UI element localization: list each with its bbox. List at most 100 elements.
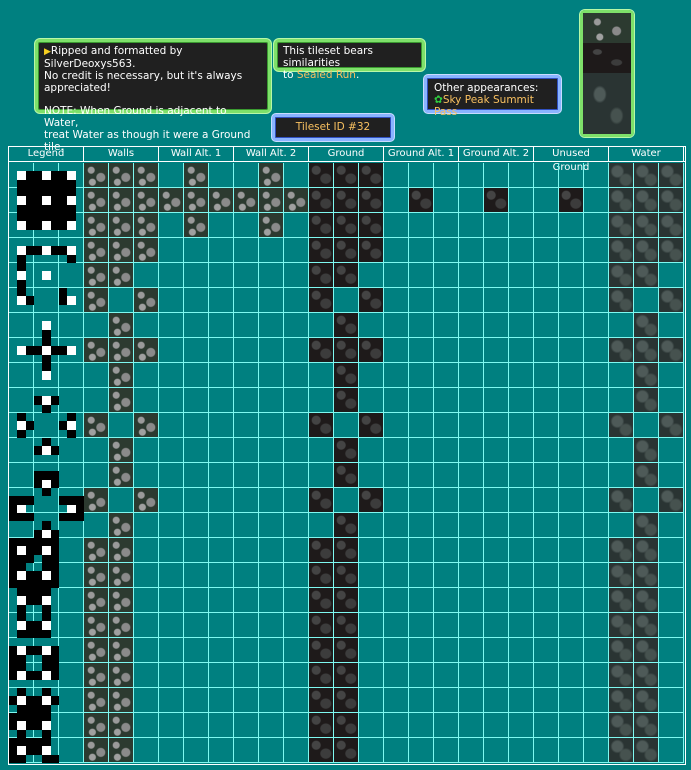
empty-cell <box>84 363 109 388</box>
water-tile <box>609 413 634 438</box>
credits-line: No credit is necessary, but it's always <box>44 70 243 82</box>
legend-cell <box>59 638 84 663</box>
empty-cell <box>284 388 309 413</box>
empty-cell <box>559 463 584 488</box>
empty-cell <box>134 463 159 488</box>
empty-cell <box>259 688 284 713</box>
wall-tile <box>84 738 109 763</box>
empty-cell <box>134 363 159 388</box>
empty-cell <box>334 413 359 438</box>
empty-cell <box>134 638 159 663</box>
empty-cell <box>159 738 184 763</box>
empty-cell <box>284 288 309 313</box>
water-tile <box>634 688 659 713</box>
empty-cell <box>509 563 534 588</box>
empty-cell <box>534 438 559 463</box>
legend-pixel <box>42 488 51 497</box>
legend-pixel <box>50 246 59 255</box>
wall-tile <box>234 188 259 213</box>
legend-pixel <box>9 646 18 655</box>
ground-tile <box>359 163 384 188</box>
legend-pixel <box>17 429 26 438</box>
empty-cell <box>509 313 534 338</box>
tileset-preview <box>580 10 634 137</box>
empty-cell <box>209 313 234 338</box>
legend-pixel <box>50 446 59 455</box>
empty-cell <box>409 413 434 438</box>
empty-cell <box>134 538 159 563</box>
legend-pixel <box>17 179 26 188</box>
water-tile <box>659 338 684 363</box>
water-tile <box>634 313 659 338</box>
sky-peak-summit-pass-link[interactable]: Sky Peak Summit Pass <box>434 94 534 118</box>
legend-pixel <box>50 204 59 213</box>
legend-pixel <box>42 529 51 538</box>
legend-pixel <box>17 596 26 605</box>
empty-cell <box>659 363 684 388</box>
empty-cell <box>434 313 459 338</box>
ground-tile <box>334 738 359 763</box>
empty-cell <box>634 413 659 438</box>
empty-cell <box>134 513 159 538</box>
ground-tile <box>334 238 359 263</box>
legend-pixel <box>59 513 68 522</box>
ground-tile <box>334 638 359 663</box>
legend-cell <box>9 463 34 488</box>
legend-pixel <box>42 338 51 347</box>
empty-cell <box>284 563 309 588</box>
water-tile <box>609 263 634 288</box>
empty-cell <box>234 663 259 688</box>
legend-pixel <box>34 671 43 680</box>
empty-cell <box>209 338 234 363</box>
empty-cell <box>634 488 659 513</box>
legend-pixel <box>25 746 34 755</box>
water-tile <box>659 488 684 513</box>
empty-cell <box>359 463 384 488</box>
empty-cell <box>234 513 259 538</box>
empty-cell <box>459 213 484 238</box>
legend-pixel <box>9 746 18 755</box>
empty-cell <box>134 613 159 638</box>
empty-cell <box>234 313 259 338</box>
legend-pixel <box>42 663 51 672</box>
empty-cell <box>584 263 609 288</box>
water-tile <box>609 538 634 563</box>
ground-tile <box>309 563 334 588</box>
wall-tile <box>284 188 309 213</box>
wall-tile <box>84 538 109 563</box>
empty-cell <box>159 713 184 738</box>
empty-cell <box>409 663 434 688</box>
wall-tile <box>134 488 159 513</box>
empty-cell <box>159 463 184 488</box>
empty-cell <box>159 513 184 538</box>
water-tile <box>659 213 684 238</box>
empty-cell <box>509 188 534 213</box>
empty-cell <box>484 438 509 463</box>
wall-tile <box>109 438 134 463</box>
empty-cell <box>334 488 359 513</box>
empty-cell <box>209 738 234 763</box>
empty-cell <box>209 713 234 738</box>
wall-tile <box>84 188 109 213</box>
legend-pixel <box>42 329 51 338</box>
empty-cell <box>584 613 609 638</box>
empty-cell <box>434 338 459 363</box>
empty-cell <box>184 488 209 513</box>
empty-cell <box>159 638 184 663</box>
legend-pixel <box>25 629 34 638</box>
wall-tile <box>134 338 159 363</box>
water-tile <box>634 663 659 688</box>
empty-cell <box>459 613 484 638</box>
water-tile <box>634 263 659 288</box>
sealed-ruin-link[interactable]: Sealed Run <box>297 69 356 81</box>
legend-pixel <box>42 738 51 747</box>
empty-cell <box>109 413 134 438</box>
empty-cell <box>659 263 684 288</box>
empty-cell <box>434 713 459 738</box>
empty-cell <box>234 463 259 488</box>
wall-tile <box>84 638 109 663</box>
empty-cell <box>234 263 259 288</box>
legend-pixel <box>34 704 43 713</box>
empty-cell <box>434 413 459 438</box>
empty-cell <box>359 738 384 763</box>
